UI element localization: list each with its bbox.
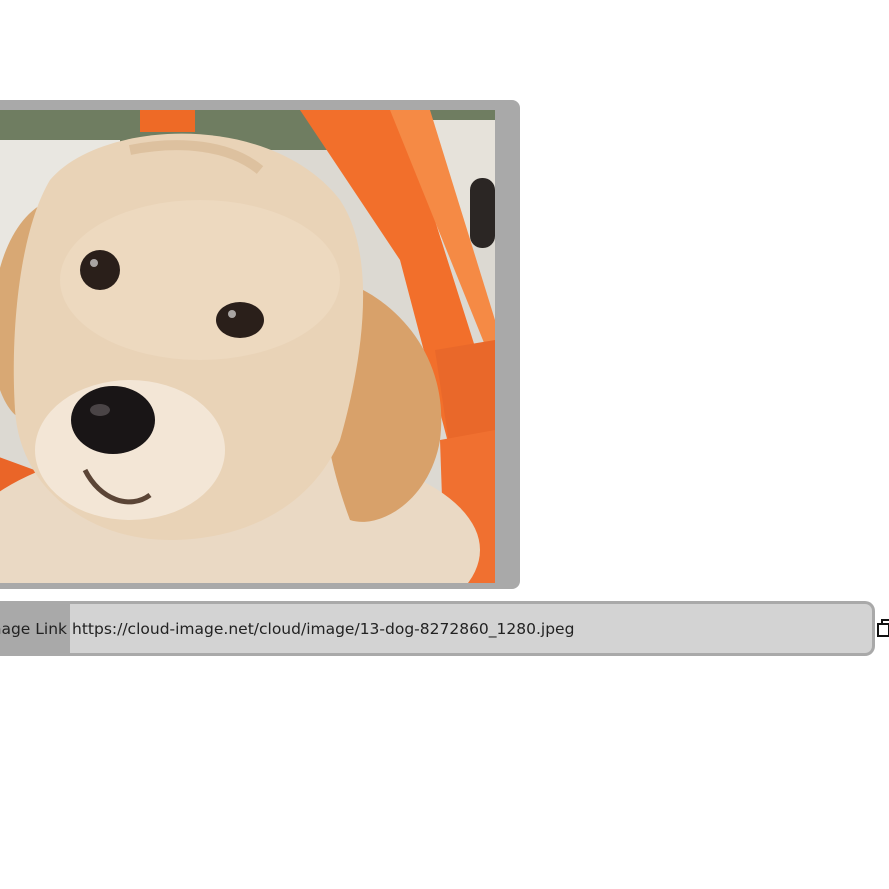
- copy-icon[interactable]: [877, 618, 889, 638]
- image-link-label: Image Link: [0, 604, 70, 653]
- copy-icon-graphic: [877, 619, 889, 637]
- dog-photo: [0, 110, 495, 583]
- image-link-bar: Image Link https://cloud-image.net/cloud…: [0, 601, 875, 656]
- page: Image Link https://cloud-image.net/cloud…: [0, 0, 889, 889]
- image-card: [0, 100, 520, 589]
- image-link-url[interactable]: https://cloud-image.net/cloud/image/13-d…: [70, 604, 872, 653]
- dog-photo-illustration: [0, 110, 495, 583]
